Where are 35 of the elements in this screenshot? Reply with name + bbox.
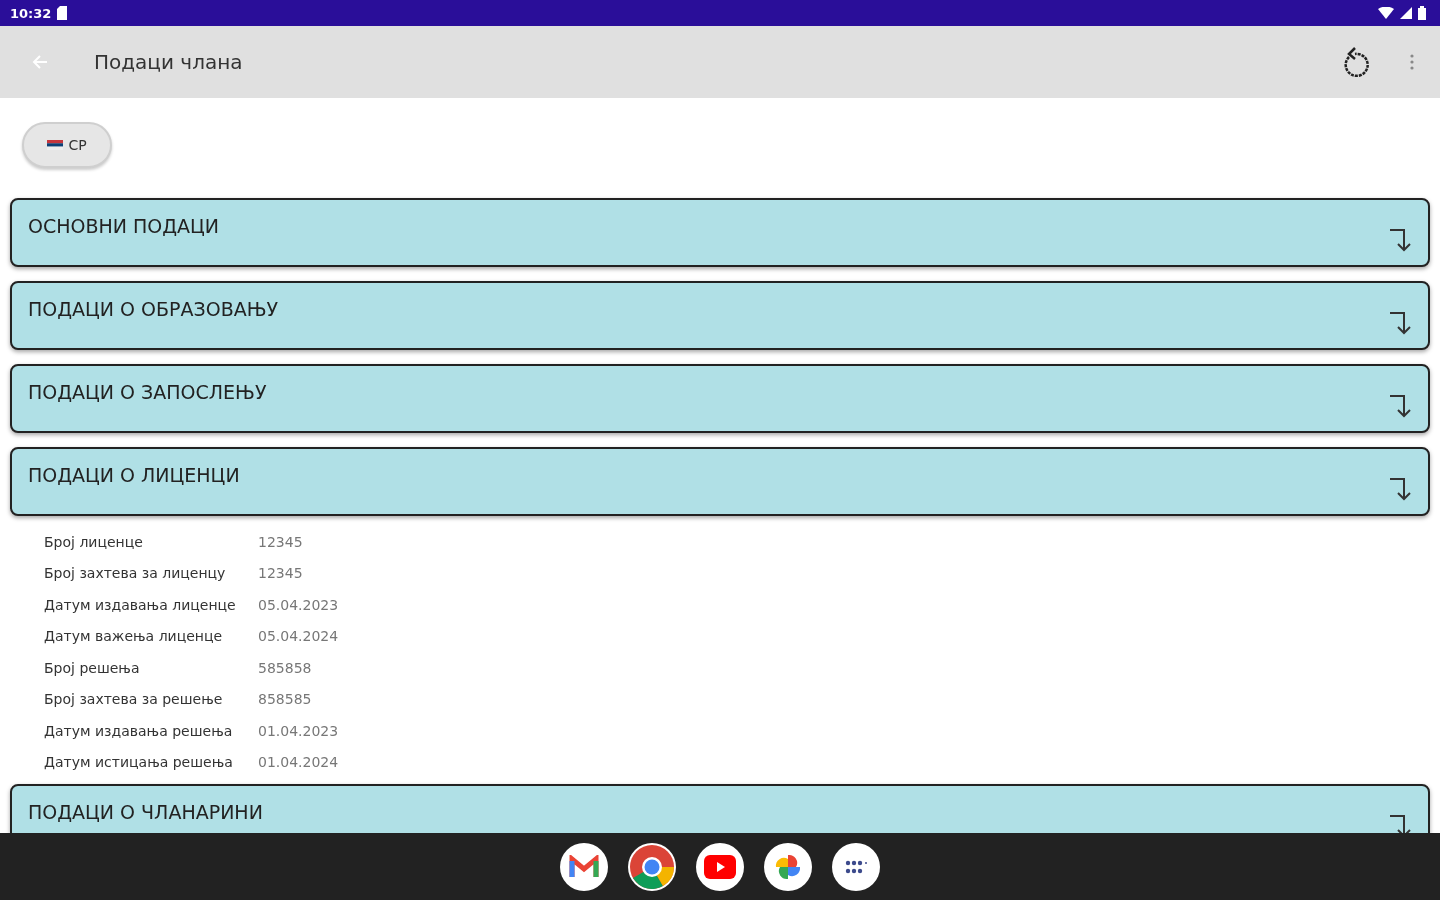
browser-app-icon[interactable] [628,842,676,891]
field-label: Број захтева за лиценцу [44,565,227,582]
field-label: Број лиценце [44,533,144,550]
field-value: 12345 [258,533,303,550]
battery-icon [1418,6,1426,20]
field-value: 01.04.2023 [258,722,339,739]
sim-card-icon [57,6,68,20]
app-grid-icon[interactable] [832,842,880,891]
section-header[interactable]: ПОДАЦИ О ЧЛАНАРИНИ [10,784,1430,833]
more-icon [1410,54,1414,70]
section-header[interactable]: ОСНОВНИ ПОДАЦИ [10,198,1430,267]
pinwheel-app-icon[interactable] [764,842,812,891]
field-value: 12345 [258,565,303,582]
field-value: 05.04.2023 [258,596,339,613]
screen-title: Подаци члана [94,50,243,74]
mail-app-icon[interactable] [560,842,608,891]
field-value: 585858 [258,659,312,676]
video-app-icon[interactable] [696,842,744,891]
section-header[interactable]: ПОДАЦИ О ЗАПОСЛЕЊУ [10,364,1430,433]
field-label: Датум издавања лиценце [44,596,237,613]
wifi-icon [1378,7,1394,19]
field-label: Број решења [44,659,141,676]
section-header[interactable]: ПОДАЦИ О ЛИЦЕНЦИ [10,447,1430,516]
clock-time: 10:32 [10,5,52,21]
field-value: 858585 [258,691,312,708]
flag-icon [47,140,64,150]
field-label: Датум издавања решења [44,722,234,739]
signal-icon [1400,7,1412,19]
field-label: Број захтева за решење [44,691,224,708]
field-label: Датум важења лиценце [44,628,224,645]
field-label: Датум истицања решења [44,754,234,771]
language-button[interactable]: СР [22,122,112,168]
field-value: 05.04.2024 [258,628,339,645]
section-header[interactable]: ПОДАЦИ О ОБРАЗОВАЊУ [10,281,1430,350]
field-value: 01.04.2024 [258,754,339,771]
